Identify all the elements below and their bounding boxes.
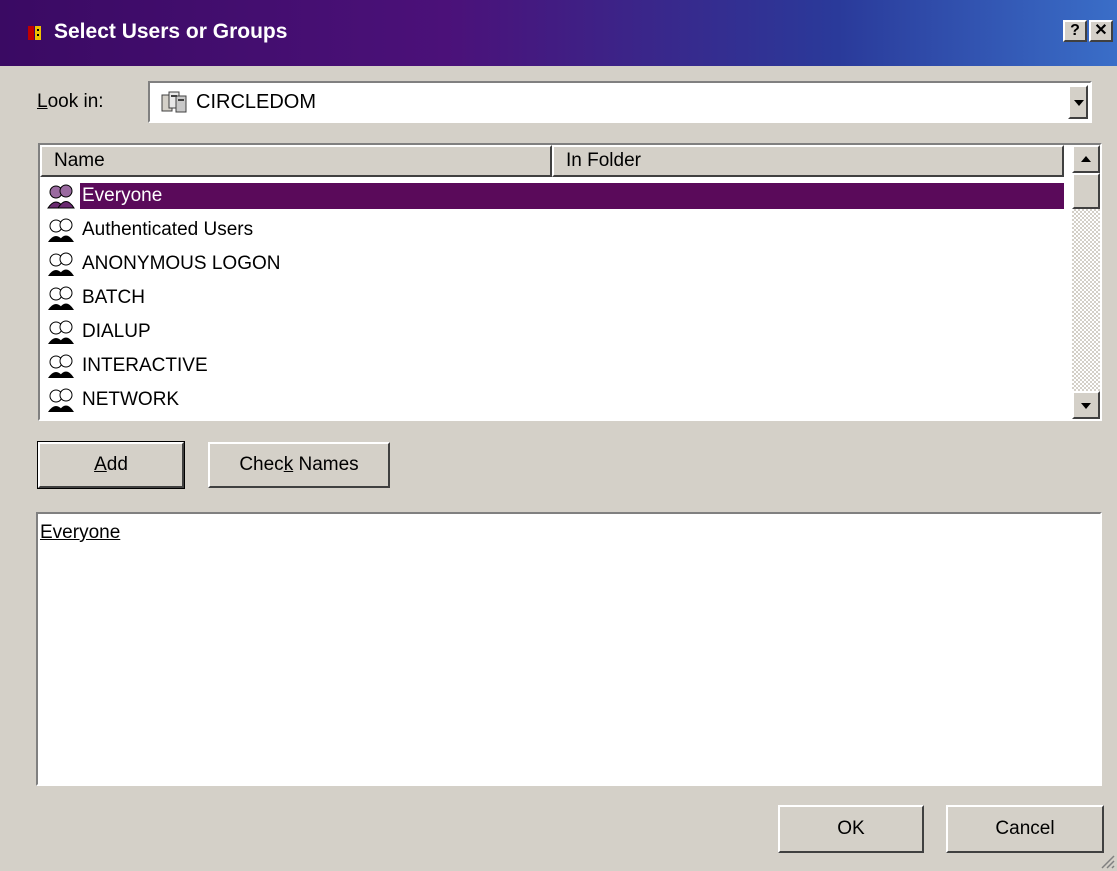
look-in-combobox[interactable]: CIRCLEDOM	[148, 81, 1092, 123]
close-button[interactable]: ✕	[1089, 20, 1113, 42]
list-item[interactable]: BATCH	[40, 281, 1074, 315]
look-in-dropdown-button[interactable]	[1068, 85, 1088, 119]
user-group-icon	[48, 218, 74, 242]
list-item[interactable]: ANONYMOUS LOGON	[40, 247, 1074, 281]
user-group-icon	[48, 252, 74, 276]
ok-button[interactable]: OK	[778, 805, 924, 853]
cancel-button[interactable]: Cancel	[946, 805, 1104, 853]
column-header-name[interactable]: Name	[40, 145, 552, 177]
list-item[interactable]: DIALUP	[40, 315, 1074, 349]
check-names-button[interactable]: Check Names	[208, 442, 390, 488]
user-group-icon	[48, 320, 74, 344]
add-button[interactable]: Add	[37, 441, 185, 489]
list-item-name: INTERACTIVE	[82, 355, 208, 376]
window-title: Select Users or Groups	[54, 20, 288, 43]
user-group-icon	[48, 354, 74, 378]
list-item-name: DIALUP	[82, 321, 151, 342]
list-item[interactable]: INTERACTIVE	[40, 349, 1074, 383]
chevron-down-icon	[1074, 100, 1084, 106]
help-button[interactable]: ?	[1063, 20, 1087, 42]
user-group-icon	[47, 184, 75, 209]
column-header-in-folder[interactable]: In Folder	[552, 145, 1064, 177]
selected-name: Everyone	[40, 522, 121, 543]
resize-grip-icon[interactable]	[1099, 853, 1115, 869]
arrow-down-icon	[1081, 403, 1091, 409]
list-item-name: ANONYMOUS LOGON	[82, 253, 281, 274]
selected-names-field[interactable]: Everyone	[36, 512, 1102, 786]
list-item[interactable]: NETWORK	[40, 383, 1074, 417]
window-icon	[28, 26, 41, 40]
scrollbar-thumb[interactable]	[1072, 173, 1100, 209]
list-item-name: BATCH	[82, 287, 145, 308]
scroll-up-button[interactable]	[1072, 145, 1100, 173]
title-bar: Select Users or Groups ? ✕	[0, 0, 1117, 66]
list-item-name: Authenticated Users	[82, 219, 254, 240]
users-list[interactable]: Name In Folder Everyone Authenticated Us…	[38, 143, 1102, 421]
domain-icon	[161, 91, 187, 113]
user-group-icon	[48, 286, 74, 310]
vertical-scrollbar[interactable]	[1072, 145, 1100, 419]
arrow-up-icon	[1081, 156, 1091, 162]
user-group-icon	[48, 388, 74, 412]
list-item-name: NETWORK	[82, 389, 180, 410]
list-item[interactable]: Authenticated Users	[40, 213, 1074, 247]
list-item[interactable]: Everyone	[40, 179, 1074, 213]
look-in-label: Look in:	[37, 91, 104, 112]
look-in-value: CIRCLEDOM	[196, 91, 317, 113]
list-item-name: Everyone	[80, 183, 1064, 209]
scroll-down-button[interactable]	[1072, 391, 1100, 419]
